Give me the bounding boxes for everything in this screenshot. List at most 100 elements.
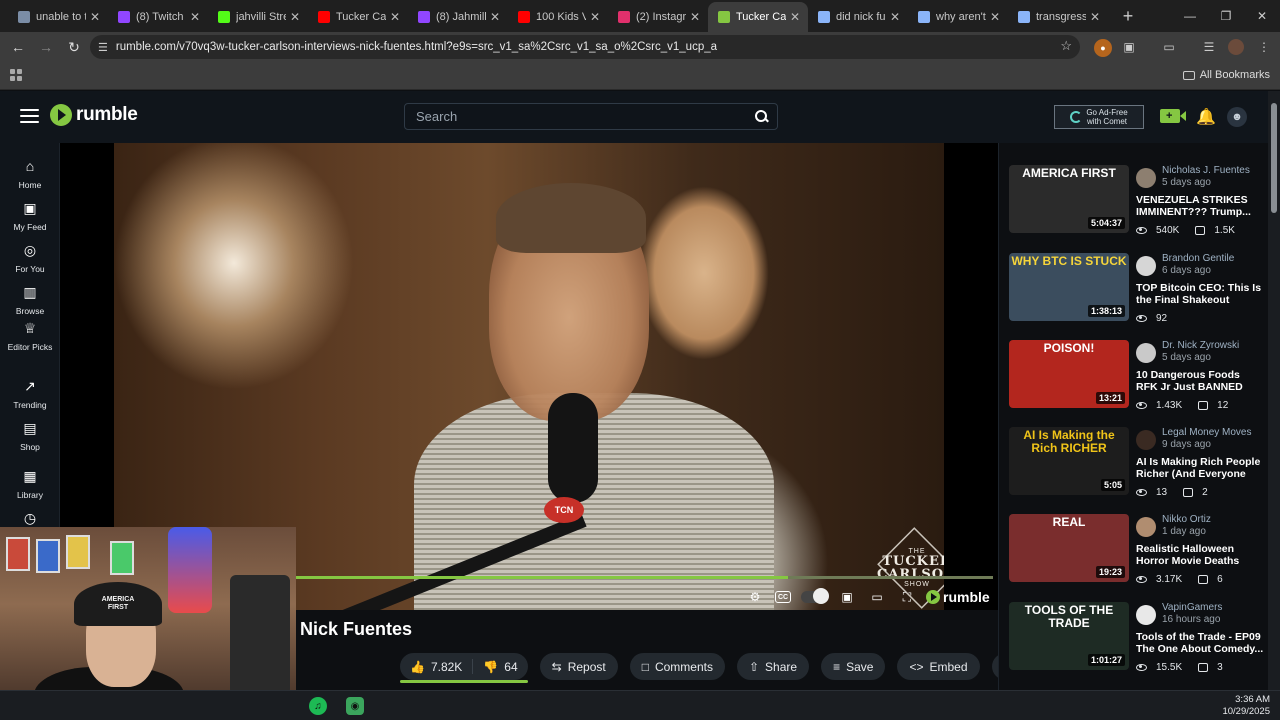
back-button[interactable]: ←: [6, 35, 30, 59]
miniplayer-icon[interactable]: ▣: [837, 588, 857, 606]
channel-name[interactable]: Brandon Gentile: [1162, 253, 1234, 265]
comments-button[interactable]: □ Comments: [629, 653, 725, 680]
maximize-button[interactable]: ❐: [1208, 0, 1244, 32]
channel-name[interactable]: VapinGamers: [1162, 602, 1222, 614]
recommended-title[interactable]: 10 Dangerous Foods RFK Jr Just BANNED: [1136, 369, 1264, 393]
repost-button[interactable]: ⇆ Repost: [539, 653, 618, 680]
extensions-puzzle-icon[interactable]: ▣: [1121, 39, 1137, 55]
tab-close-icon[interactable]: ✕: [1090, 10, 1100, 24]
channel-avatar[interactable]: [1136, 517, 1156, 537]
profile-avatar[interactable]: [1228, 39, 1244, 55]
captions-icon[interactable]: CC: [775, 591, 791, 603]
hamburger-menu-icon[interactable]: [20, 109, 39, 123]
browser-tab[interactable]: (8) Twitch ✕: [108, 2, 208, 32]
upload-video-icon[interactable]: +: [1160, 109, 1186, 123]
recommended-video[interactable]: TOOLS OF THE TRADE 1:01:27 VapinGamers 16 h…: [1009, 602, 1265, 674]
channel-avatar[interactable]: [1136, 605, 1156, 625]
browser-tab[interactable]: why aren't t ✕: [908, 2, 1008, 32]
save-button[interactable]: ≡ Save: [821, 653, 886, 680]
spotify-icon[interactable]: ♫: [309, 697, 327, 715]
browser-tab[interactable]: unable to ty ✕: [8, 2, 108, 32]
all-bookmarks-button[interactable]: All Bookmarks: [1182, 69, 1270, 81]
tab-close-icon[interactable]: ✕: [690, 10, 700, 24]
recommended-title[interactable]: Tools of the Trade - EP09 The One About …: [1136, 631, 1264, 655]
autoplay-toggle[interactable]: [801, 588, 829, 604]
search-icon[interactable]: [755, 109, 769, 124]
tab-close-icon[interactable]: ✕: [190, 10, 200, 24]
search-input[interactable]: Search: [416, 109, 755, 124]
nav-item[interactable]: ◎ For You: [0, 241, 60, 274]
obs-app-icon[interactable]: ◉: [346, 697, 364, 715]
media-controls-icon[interactable]: ☰: [1201, 39, 1217, 55]
tab-close-icon[interactable]: ✕: [590, 10, 600, 24]
browser-tab[interactable]: Tucker Carl ✕: [708, 2, 808, 32]
channel-name[interactable]: Legal Money Moves: [1162, 427, 1252, 439]
reload-button[interactable]: ↻: [62, 35, 86, 59]
nav-item[interactable]: ↗ Trending: [0, 377, 60, 410]
browser-tab[interactable]: (2) Instagra ✕: [608, 2, 708, 32]
nav-item[interactable]: ▤ Shop: [0, 419, 60, 452]
channel-name[interactable]: Dr. Nick Zyrowski: [1162, 340, 1239, 352]
site-info-icon[interactable]: ☰: [98, 41, 108, 54]
player-rumble-logo[interactable]: rumble: [926, 589, 990, 605]
recommended-video[interactable]: REAL 19:23 Nikko Ortiz 1 day ago Realistic H…: [1009, 514, 1265, 586]
forward-button[interactable]: →: [34, 35, 58, 59]
share-button[interactable]: ⇧ Share: [736, 653, 810, 680]
browser-tab[interactable]: jahvilli Strea ✕: [208, 2, 308, 32]
video-thumbnail[interactable]: WHY BTC IS STUCK 1:38:13: [1009, 253, 1129, 321]
video-progress-bar[interactable]: [234, 576, 993, 579]
recommended-video[interactable]: AI Is Making the Rich RICHER 5:05 Legal Mo…: [1009, 427, 1265, 499]
bookmark-star-icon[interactable]: ☆: [1060, 38, 1072, 54]
recommended-title[interactable]: VENEZUELA STRIKES IMMINENT??? Trump...: [1136, 194, 1264, 218]
apps-grid-icon[interactable]: [10, 69, 22, 81]
thumbs-up-icon[interactable]: 👍: [410, 660, 425, 674]
recommended-video[interactable]: AMERICA FIRST 5:04:37 Nicholas J. Fuentes 5…: [1009, 165, 1265, 237]
tab-close-icon[interactable]: ✕: [390, 10, 400, 24]
embed-button[interactable]: <> Embed: [897, 653, 980, 680]
tab-close-icon[interactable]: ✕: [790, 10, 800, 24]
menu-kebab-icon[interactable]: ⋮: [1256, 39, 1272, 55]
channel-avatar[interactable]: [1136, 343, 1156, 363]
channel-avatar[interactable]: [1136, 256, 1156, 276]
extension-icon[interactable]: ●: [1094, 39, 1112, 57]
browser-tab[interactable]: 100 Kids Ve ✕: [508, 2, 608, 32]
channel-name[interactable]: Nikko Ortiz: [1162, 514, 1211, 526]
channel-name[interactable]: Nicholas J. Fuentes: [1162, 165, 1250, 177]
fullscreen-icon[interactable]: ⛶: [897, 588, 917, 606]
browser-tab[interactable]: transgressio ✕: [1008, 2, 1108, 32]
dislike-count[interactable]: 64: [504, 660, 517, 674]
tab-close-icon[interactable]: ✕: [290, 10, 300, 24]
search-bar[interactable]: Search: [404, 103, 778, 130]
omnibox[interactable]: ☰ rumble.com/v70vq3w-tucker-carlson-inte…: [90, 35, 1080, 59]
thumbs-down-icon[interactable]: 👎: [483, 660, 498, 674]
nav-item[interactable]: ▦ Library: [0, 467, 60, 500]
cast-icon[interactable]: ▭: [1161, 39, 1177, 55]
tab-close-icon[interactable]: ✕: [90, 10, 100, 24]
video-thumbnail[interactable]: POISON! 13:21: [1009, 340, 1129, 408]
page-scrollbar[interactable]: [1268, 91, 1280, 690]
settings-gear-icon[interactable]: ⚙: [745, 588, 765, 606]
nav-item[interactable]: ▣ My Feed: [0, 199, 60, 232]
tab-close-icon[interactable]: ✕: [990, 10, 1000, 24]
recommended-title[interactable]: TOP Bitcoin CEO: This Is the Final Shake…: [1136, 282, 1264, 307]
tab-close-icon[interactable]: ✕: [490, 10, 500, 24]
theater-mode-icon[interactable]: ▭: [867, 588, 887, 606]
video-thumbnail[interactable]: REAL 19:23: [1009, 514, 1129, 582]
new-tab-button[interactable]: +: [1114, 2, 1142, 30]
nav-item[interactable]: ▥ Browse: [0, 283, 60, 316]
nav-item[interactable]: ♕ Editor Picks: [0, 319, 60, 352]
go-ad-free-button[interactable]: Go Ad-Free with Comet: [1054, 105, 1144, 129]
tab-close-icon[interactable]: ✕: [890, 10, 900, 24]
recommended-title[interactable]: Realistic Halloween Horror Movie Deaths: [1136, 543, 1264, 567]
account-icon[interactable]: ☻: [1227, 107, 1247, 127]
channel-avatar[interactable]: [1136, 430, 1156, 450]
browser-tab[interactable]: (8) Jahmilli ✕: [408, 2, 508, 32]
rumble-logo[interactable]: rumble: [50, 104, 138, 126]
notifications-bell-icon[interactable]: 🔔: [1196, 107, 1216, 127]
close-window-button[interactable]: ✕: [1244, 0, 1280, 32]
nav-item[interactable]: ⌂ Home: [0, 157, 60, 190]
recommended-video[interactable]: WHY BTC IS STUCK 1:38:13 Brandon Gentile 6 …: [1009, 253, 1265, 325]
video-thumbnail[interactable]: AI Is Making the Rich RICHER 5:05: [1009, 427, 1129, 495]
channel-avatar[interactable]: [1136, 168, 1156, 188]
recommended-video[interactable]: POISON! 13:21 Dr. Nick Zyrowski 5 days ago 1…: [1009, 340, 1265, 412]
